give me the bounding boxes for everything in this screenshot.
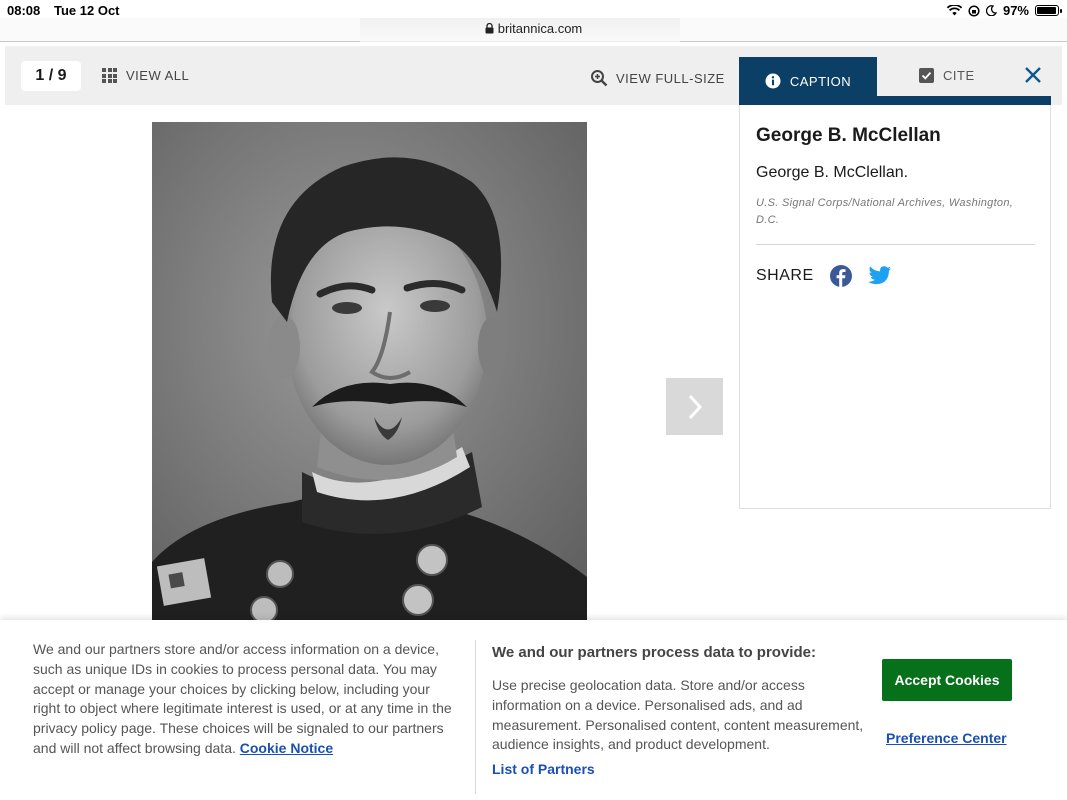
moon-icon <box>985 5 997 16</box>
status-date: Tue 12 Oct <box>54 3 120 18</box>
view-full-size-label: VIEW FULL-SIZE <box>616 70 725 86</box>
cookie-banner: We and our partners store and/or access … <box>0 620 1067 800</box>
purposes-text: Use precise geolocation data. Store and/… <box>492 677 864 753</box>
wifi-icon <box>946 5 962 16</box>
caption-panel: George B. McClellan George B. McClellan.… <box>739 105 1051 509</box>
purposes-heading: We and our partners process data to prov… <box>492 644 816 661</box>
facebook-icon[interactable] <box>829 265 852 287</box>
close-icon[interactable] <box>1022 64 1044 86</box>
accept-cookies-button[interactable]: Accept Cookies <box>882 659 1012 701</box>
grid-icon <box>102 68 117 83</box>
address-bar[interactable]: britannica.com <box>0 18 1067 42</box>
cookie-notice-link[interactable]: Cookie Notice <box>240 740 333 756</box>
lock-icon <box>485 22 494 34</box>
status-time: 08:08 <box>7 3 41 18</box>
orientation-lock-icon <box>968 4 980 17</box>
cookie-notice-text: We and our partners store and/or access … <box>33 641 452 756</box>
tab-cite[interactable]: CITE <box>919 68 975 83</box>
battery-percent: 97% <box>1002 3 1029 18</box>
view-full-size-button[interactable]: VIEW FULL-SIZE <box>590 69 725 87</box>
caption-tab-underline <box>739 96 1051 105</box>
divider <box>756 244 1035 245</box>
portrait-image[interactable] <box>152 122 587 622</box>
next-image-button[interactable] <box>666 378 723 435</box>
list-of-partners-link[interactable]: List of Partners <box>492 761 595 777</box>
info-icon <box>765 73 781 89</box>
chevron-right-icon <box>688 394 702 419</box>
twitter-icon[interactable] <box>867 266 892 286</box>
caption-tab-label: CAPTION <box>789 73 852 89</box>
checkbox-icon <box>919 68 934 83</box>
view-all-button[interactable]: VIEW ALL <box>102 68 189 83</box>
image-counter: 1 / 9 <box>21 61 81 91</box>
cite-tab-label: CITE <box>943 68 975 83</box>
status-right: 97% <box>946 3 1062 18</box>
caption-description: George B. McClellan. <box>756 164 909 181</box>
url-text: britannica.com <box>497 21 583 36</box>
view-all-label: VIEW ALL <box>126 68 190 83</box>
caption-title: George B. McClellan <box>756 125 941 146</box>
preference-center-link[interactable]: Preference Center <box>886 730 1007 746</box>
zoom-icon <box>591 70 608 87</box>
share-row: SHARE <box>756 265 892 287</box>
share-label: SHARE <box>756 267 814 284</box>
image-credit: U.S. Signal Corps/National Archives, Was… <box>756 197 1014 226</box>
battery-icon <box>1035 5 1062 16</box>
gallery-toolbar: 1 / 9 VIEW ALL VIEW FULL-SIZE CAPTION CI… <box>5 46 1062 105</box>
banner-divider <box>475 640 476 794</box>
